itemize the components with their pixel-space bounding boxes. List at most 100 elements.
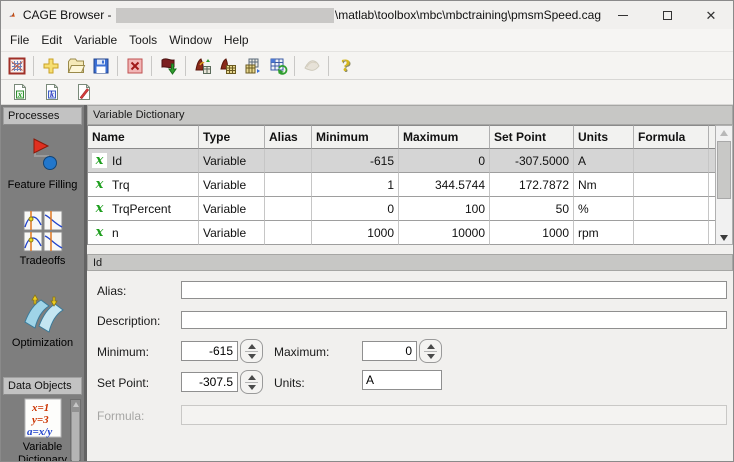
open-folder-icon[interactable] — [63, 53, 88, 78]
new-constant-icon[interactable]: k — [39, 80, 64, 105]
maximum-field[interactable] — [362, 341, 417, 361]
variable-icon: x — [92, 225, 107, 240]
new-variable-icon[interactable]: x — [7, 80, 32, 105]
save-icon[interactable] — [88, 53, 113, 78]
col-header-formula[interactable]: Formula — [634, 125, 709, 149]
col-header-units[interactable]: Units — [574, 125, 634, 149]
minimize-icon — [618, 14, 628, 16]
minimize-button[interactable] — [601, 1, 645, 29]
menu-bar: File Edit Variable Tools Window Help — [1, 29, 733, 51]
feature-filling-icon — [33, 138, 57, 170]
units-field[interactable] — [362, 370, 442, 390]
spin-up-icon — [426, 343, 435, 349]
sidebar-scrollbar[interactable] — [70, 399, 81, 461]
new-formula-icon[interactable] — [71, 80, 96, 105]
svg-text:y=3: y=3 — [30, 414, 49, 426]
set-point-field[interactable] — [181, 372, 238, 392]
svg-text:k: k — [50, 90, 54, 99]
scroll-up-icon[interactable] — [716, 126, 732, 136]
import-calibration-icon[interactable] — [190, 53, 215, 78]
spin-down-icon — [247, 353, 256, 359]
variable-icon: x — [92, 177, 107, 192]
copy-calibration-tables-icon[interactable] — [240, 53, 265, 78]
toolbar-separator — [33, 55, 34, 76]
variable-icon: x — [92, 201, 107, 216]
spin-up-icon — [247, 343, 256, 349]
minimum-spin-buttons[interactable] — [240, 339, 263, 363]
svg-text:a=x/y: a=x/y — [27, 426, 52, 438]
title-bar: CAGE Browser - \matlab\toolbox\mbc\mbctr… — [1, 1, 733, 29]
table-row-trqpercent[interactable]: x TrqPercent Variable 0 100 50 % — [88, 197, 717, 221]
menu-help[interactable]: Help — [218, 30, 255, 50]
close-button[interactable]: ✕ — [689, 1, 733, 29]
menu-tools[interactable]: Tools — [123, 30, 163, 50]
main-toolbar: ? — [1, 51, 733, 80]
sidebar-item-optimization[interactable]: Optimization — [1, 292, 84, 350]
formula-field — [181, 405, 727, 425]
sidebar-item-feature-filling[interactable]: Feature Filling — [1, 136, 84, 192]
toolbar-separator — [117, 55, 118, 76]
formula-label: Formula: — [97, 409, 145, 423]
table-row-trq[interactable]: x Trq Variable 1 344.5744 172.7872 Nm — [88, 173, 717, 197]
set-point-stepper — [181, 370, 263, 394]
table-header-row: Name Type Alias Minimum Maximum Set Poin… — [88, 125, 717, 149]
table-scrollbar[interactable] — [715, 125, 733, 245]
title-redacted-text — [115, 7, 334, 23]
scrollbar-thumb[interactable] — [717, 141, 731, 199]
col-header-type[interactable]: Type — [199, 125, 265, 149]
new-file-icon[interactable] — [38, 53, 63, 78]
description-field[interactable] — [181, 311, 727, 329]
maximum-spin-buttons[interactable] — [419, 339, 442, 363]
minimum-stepper — [181, 339, 263, 363]
export-calibration-table-icon[interactable] — [265, 53, 290, 78]
data-objects-header: Data Objects — [3, 376, 82, 395]
menu-edit[interactable]: Edit — [35, 30, 68, 50]
table-row-n[interactable]: xn Variable 1000 10000 1000 rpm — [88, 221, 717, 245]
svg-text:x: x — [17, 90, 22, 99]
variable-dictionary-icon: x=1 y=3 a=x/y — [24, 398, 61, 438]
cage-project-icon[interactable] — [4, 53, 29, 78]
calibration-table-icon[interactable] — [215, 53, 240, 78]
set-point-label: Set Point: — [97, 376, 150, 390]
toolbar-separator — [294, 55, 295, 76]
units-label: Units: — [274, 376, 305, 390]
sidebar-item-tradeoffs[interactable]: Tradeoffs — [1, 210, 84, 268]
col-header-minimum[interactable]: Minimum — [312, 125, 399, 149]
maximum-label: Maximum: — [274, 345, 330, 359]
alias-field[interactable] — [181, 281, 727, 299]
delete-icon[interactable] — [122, 53, 147, 78]
menu-window[interactable]: Window — [163, 30, 218, 50]
spin-down-icon — [426, 353, 435, 359]
variable-dictionary-panel-title: Variable Dictionary — [87, 105, 733, 125]
col-header-name[interactable]: Name — [88, 125, 199, 149]
menu-variable[interactable]: Variable — [68, 30, 123, 50]
description-label: Description: — [97, 314, 161, 328]
menu-file[interactable]: File — [4, 30, 35, 50]
svg-text:x=1: x=1 — [31, 402, 49, 414]
import-data-icon[interactable] — [156, 53, 181, 78]
table-row-id[interactable]: x Id Variable -615 0 -307.5000 A — [88, 149, 717, 173]
toolbar-separator — [151, 55, 152, 76]
variable-detail-form: Alias: Description: Minimum: Maximum: Se… — [87, 271, 733, 461]
col-header-set-point[interactable]: Set Point — [490, 125, 574, 149]
toolbar-separator — [328, 55, 329, 76]
maximum-stepper — [362, 339, 442, 363]
dictionary-toolbar: x k — [1, 80, 733, 105]
help-icon[interactable]: ? — [333, 53, 358, 78]
col-header-maximum[interactable]: Maximum — [399, 125, 490, 149]
variable-icon: x — [92, 153, 107, 168]
spin-up-icon — [247, 374, 256, 380]
panel-splitter[interactable] — [87, 245, 733, 254]
toolbar-separator — [185, 55, 186, 76]
minimum-field[interactable] — [181, 341, 238, 361]
processes-header: Processes — [3, 107, 82, 125]
set-point-spin-buttons[interactable] — [240, 370, 263, 394]
scrollbar-thumb[interactable] — [72, 412, 79, 461]
col-header-alias[interactable]: Alias — [265, 125, 312, 149]
maximize-button[interactable] — [645, 1, 689, 29]
scroll-down-icon[interactable] — [716, 235, 732, 241]
tradeoffs-icon — [23, 210, 62, 252]
variable-table: Name Type Alias Minimum Maximum Set Poin… — [87, 125, 733, 245]
minimum-label: Minimum: — [97, 345, 150, 359]
window-title: CAGE Browser - \matlab\toolbox\mbc\mbctr… — [22, 7, 601, 23]
